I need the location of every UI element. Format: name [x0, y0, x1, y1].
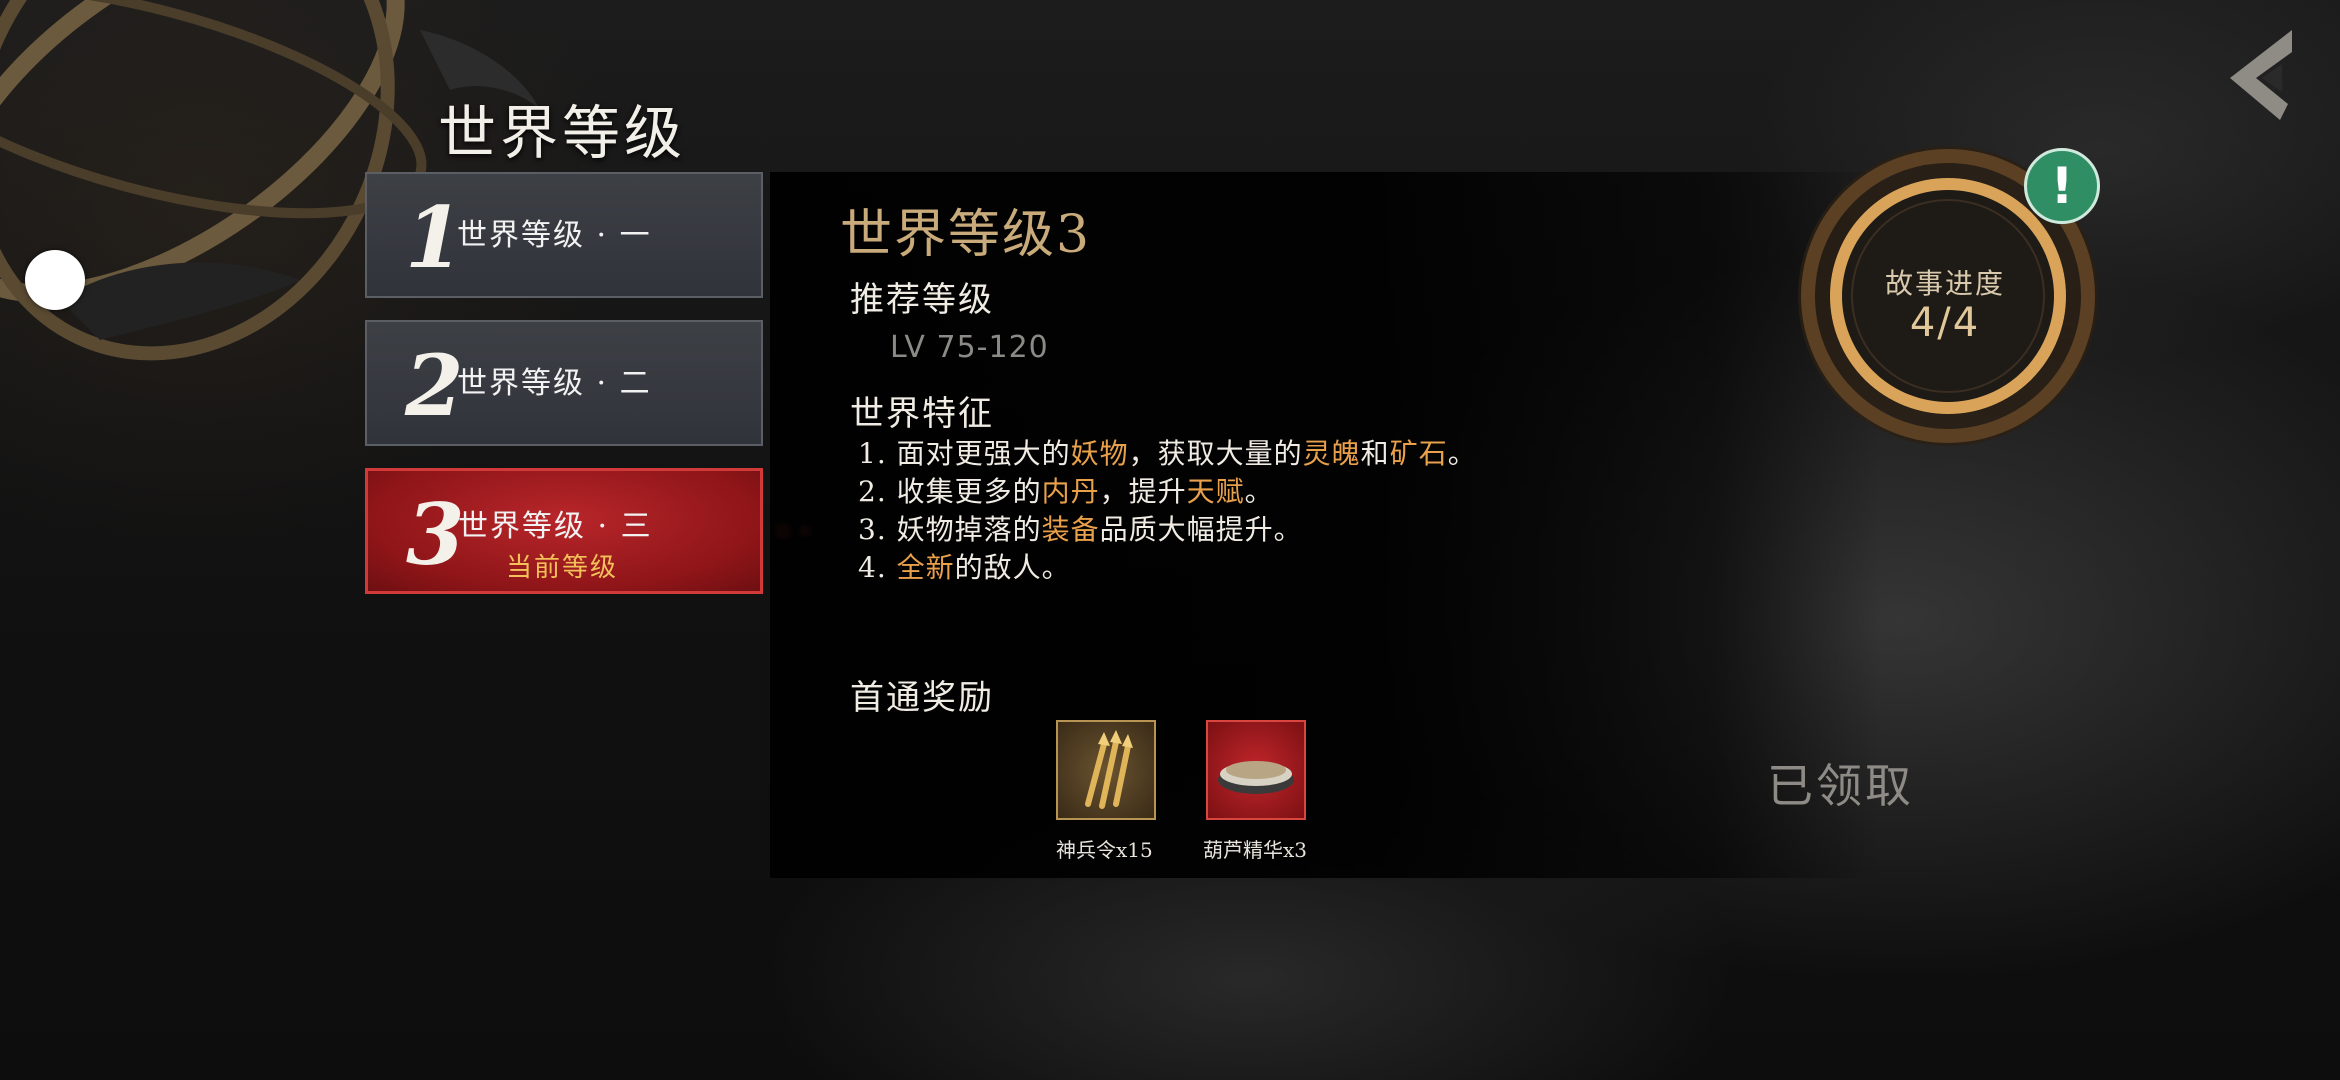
level-tab-3[interactable]: 3 世界等级 · 三 当前等级: [365, 468, 763, 594]
level-number: 3: [406, 485, 465, 584]
level-tab-2[interactable]: 2 世界等级 · 二: [365, 320, 763, 446]
reward-label-2: 葫芦精华x3: [1203, 838, 1308, 862]
level-label: 世界等级 · 二: [457, 366, 652, 401]
feature-item-3: 3. 妖物掉落的装备品质大幅提升。: [858, 513, 1303, 546]
features-heading: 世界特征: [850, 394, 994, 434]
level-tab-1[interactable]: 1 世界等级 · 一: [365, 172, 763, 298]
detail-title: 世界等级3: [840, 205, 1092, 265]
current-level-badge: 当前等级: [506, 553, 619, 583]
rewards-heading: 首通奖励: [850, 678, 994, 718]
powder-bowl-icon: [1218, 761, 1294, 794]
alert-icon[interactable]: !: [2024, 148, 2100, 224]
reward-item-2[interactable]: [1206, 720, 1306, 820]
menu-logo-icon[interactable]: [2210, 24, 2310, 124]
level-number: 1: [405, 188, 464, 287]
feature-item-4: 4. 全新的敌人。: [858, 551, 1071, 584]
back-button[interactable]: [25, 250, 85, 310]
feature-item-2: 2. 收集更多的内丹，提升天赋。: [858, 475, 1274, 508]
page-title: 世界等级: [438, 99, 687, 167]
recommended-heading: 推荐等级: [850, 280, 994, 320]
reward-item-1[interactable]: [1056, 720, 1156, 820]
reward-label-1: 神兵令x15: [1056, 838, 1153, 862]
claimed-status: 已领取: [1767, 759, 1914, 813]
level-label: 世界等级 · 一: [457, 218, 652, 253]
story-progress-label: 故事进度: [1884, 267, 2005, 300]
story-progress-value: 4/4: [1909, 300, 1981, 346]
golden-spears-icon: [1085, 730, 1133, 809]
level-number: 2: [405, 336, 464, 435]
recommended-level: LV 75-120: [890, 330, 1049, 365]
feature-item-1: 1. 面对更强大的妖物，获取大量的灵魄和矿石。: [858, 437, 1477, 470]
level-label: 世界等级 · 三: [458, 509, 653, 544]
